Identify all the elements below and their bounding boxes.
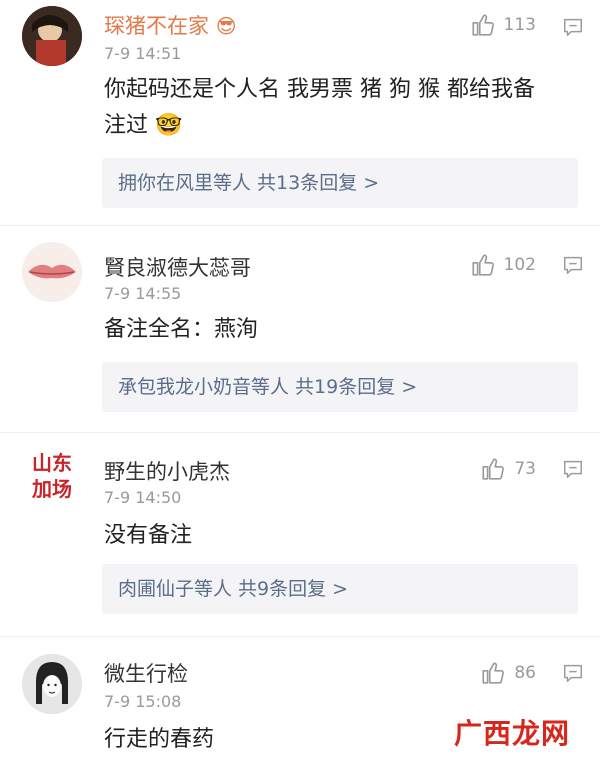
avatar[interactable]: 山东 加场 — [22, 450, 82, 510]
avatar[interactable] — [22, 654, 82, 714]
like-button[interactable]: 73 — [480, 456, 536, 482]
like-count: 113 — [503, 15, 536, 35]
divider — [0, 636, 600, 637]
comment-text: 你起码还是个人名 我男票 猪 狗 猴 都给我备 注过 🤓 — [104, 77, 535, 138]
like-button[interactable]: 102 — [470, 252, 536, 278]
like-count: 86 — [514, 663, 536, 683]
avatar-text-top: 山东 — [32, 451, 72, 475]
comment-text: 没有备注 — [104, 523, 193, 548]
lips-avatar-image — [22, 242, 82, 302]
comment-text: 备注全名：燕洵 — [104, 317, 259, 342]
watermark: 广西龙网 — [453, 717, 570, 750]
avatar[interactable] — [22, 6, 82, 66]
like-button[interactable]: 86 — [480, 660, 536, 686]
like-button[interactable]: 113 — [470, 12, 536, 38]
reply-icon[interactable] — [562, 662, 584, 684]
nerd-glasses-emoji-icon: 🤓 — [148, 113, 183, 138]
sunglasses-emoji-icon: 😎 — [215, 14, 237, 38]
reply-icon[interactable] — [562, 458, 584, 480]
thumbs-up-icon — [482, 662, 505, 684]
username[interactable]: 琛猪不在家 😎 — [104, 10, 237, 40]
comment-time: 7-9 14:50 — [104, 488, 182, 507]
thumbs-up-icon — [471, 254, 494, 276]
like-count: 102 — [503, 255, 536, 275]
sketch-avatar-image — [22, 654, 82, 714]
like-count: 73 — [514, 459, 536, 479]
comment-time: 7-9 14:55 — [104, 284, 182, 303]
username[interactable]: 賢良淑德大蕊哥 — [104, 252, 251, 282]
username[interactable]: 微生行检 — [104, 658, 188, 688]
reply-summary-link[interactable]: 肉圃仙子等人 共9条回复 > — [102, 564, 578, 614]
reply-summary-link[interactable]: 拥你在风里等人 共13条回复 > — [102, 158, 578, 208]
thumbs-up-icon — [471, 14, 494, 36]
avatar-image — [22, 6, 82, 66]
thumbs-up-icon — [482, 458, 505, 480]
reply-icon[interactable] — [562, 254, 584, 276]
reply-icon[interactable] — [562, 16, 584, 38]
comment-time: 7-9 14:51 — [104, 44, 182, 63]
reply-summary-link[interactable]: 承包我龙小奶音等人 共19条回复 > — [102, 362, 578, 412]
comment-time: 7-9 15:08 — [104, 692, 182, 711]
username[interactable]: 野生的小虎杰 — [104, 456, 230, 486]
divider — [0, 225, 600, 226]
avatar-text-bottom: 加场 — [32, 477, 72, 501]
divider — [0, 432, 600, 433]
avatar[interactable] — [22, 242, 82, 302]
